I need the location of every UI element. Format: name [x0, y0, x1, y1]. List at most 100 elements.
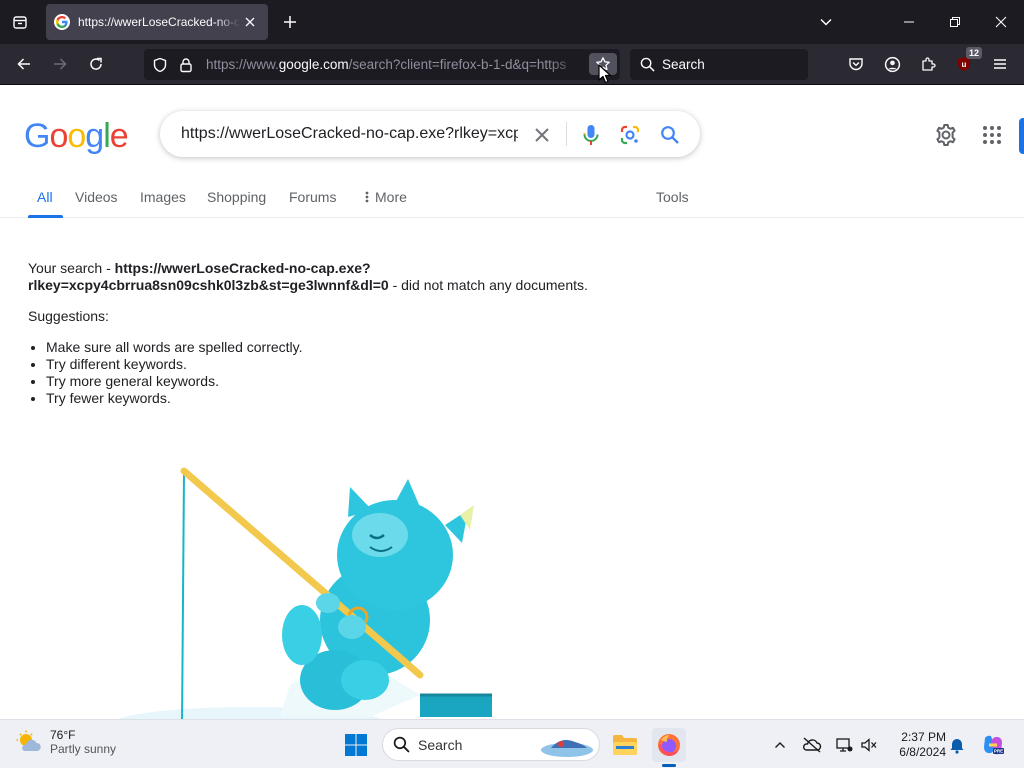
google-search-page: Google https://wwerLoseCracked-no-cap.ex… [0, 85, 1024, 719]
clock-date: 6/8/2024 [899, 745, 946, 759]
mouse-cursor-icon [598, 64, 612, 84]
chevron-up-icon [775, 742, 785, 748]
sign-in-button[interactable] [1019, 118, 1024, 154]
restore-button[interactable] [939, 6, 971, 38]
tab-shopping[interactable]: Shopping [207, 189, 266, 205]
show-hidden-icons-button[interactable] [769, 734, 791, 756]
active-tab-underline [28, 215, 63, 218]
firefox-logo-icon [658, 734, 680, 756]
suggestions-list: Make sure all words are spelled correctl… [46, 339, 668, 407]
close-tab-icon[interactable] [240, 12, 260, 32]
url-text[interactable]: https://www.google.com/search?client=fir… [206, 57, 586, 72]
your-search-text: Your search - https://wwerLoseCracked-no… [28, 260, 588, 293]
restore-icon [950, 17, 960, 27]
google-logo-letter: o [49, 117, 68, 155]
google-logo-letter: g [85, 117, 104, 155]
chevron-down-icon [820, 18, 832, 26]
google-search-box[interactable]: https://wwerLoseCracked-no-cap.exe?rlkey… [160, 111, 700, 157]
search-query-input[interactable]: https://wwerLoseCracked-no-cap.exe?rlkey… [181, 125, 518, 143]
bell-icon [950, 739, 964, 754]
pocket-button[interactable] [842, 50, 870, 78]
puzzle-piece-icon [922, 57, 936, 71]
reload-icon [90, 57, 102, 70]
browser-tab-active[interactable]: https://wwerLoseCracked-no-c [46, 4, 268, 40]
minimize-icon [904, 21, 914, 23]
minimize-button[interactable] [893, 6, 925, 38]
voice-search-microphone-icon[interactable] [579, 123, 603, 147]
apps-grid-icon [983, 126, 1001, 144]
browser-tab-strip: https://wwerLoseCracked-no-c [0, 0, 1024, 44]
browser-search-placeholder: Search [662, 57, 705, 72]
start-button[interactable] [339, 728, 373, 762]
speaker-muted-icon [861, 738, 877, 752]
settings-gear-button[interactable] [932, 121, 960, 149]
copilot-icon: PRE [984, 735, 1004, 755]
tab-all[interactable]: All [37, 189, 53, 205]
gear-icon [936, 124, 956, 146]
taskbar-search-label: Search [418, 736, 463, 753]
hamburger-menu-icon [994, 59, 1006, 69]
taskbar-search-box[interactable]: Search [382, 728, 600, 761]
windows-taskbar: 76°F Partly sunny Search 2:37 PM 6/8/202… [0, 719, 1024, 768]
clear-search-icon[interactable] [530, 123, 554, 147]
google-logo[interactable]: Google [24, 117, 129, 156]
tab-images[interactable]: Images [140, 189, 186, 205]
browser-search-box[interactable]: Search [630, 49, 808, 80]
browser-navigation-bar: https://www.google.com/search?client=fir… [0, 44, 1024, 85]
search-icon [640, 57, 655, 72]
list-item: Try fewer keywords. [46, 390, 668, 407]
fishing-monster-illustration [118, 467, 492, 719]
suggestions-label: Suggestions: [28, 308, 109, 324]
firefox-view-button[interactable] [6, 8, 34, 36]
notifications-button[interactable] [946, 734, 968, 756]
google-logo-letter: G [24, 117, 50, 155]
ublock-extension-button[interactable]: u 12 [950, 47, 982, 78]
firefox-view-icon [13, 16, 27, 29]
svg-text:u: u [962, 60, 967, 69]
search-highlight-graphic-icon [541, 740, 593, 757]
network-button[interactable] [833, 734, 855, 756]
tab-forums[interactable]: Forums [289, 189, 336, 205]
cloud-offline-icon [802, 737, 822, 753]
google-apps-button[interactable] [978, 121, 1006, 149]
no-results-message: Your search - https://wwerLoseCracked-no… [28, 260, 668, 407]
padlock-icon[interactable] [177, 56, 195, 74]
list-item: Make sure all words are spelled correctl… [46, 339, 668, 356]
windows-logo-icon [345, 734, 367, 756]
system-clock[interactable]: 2:37 PM 6/8/2024 [884, 730, 946, 760]
list-item: Try different keywords. [46, 356, 668, 373]
app-menu-button[interactable] [986, 50, 1014, 78]
list-all-tabs-button[interactable] [810, 6, 842, 38]
google-search-magnifier-icon[interactable] [658, 123, 682, 147]
back-button[interactable] [10, 50, 38, 78]
reload-button[interactable] [82, 50, 110, 78]
extension-badge: 12 [965, 47, 982, 59]
tracking-protection-shield-icon[interactable] [151, 56, 169, 74]
close-icon [995, 16, 1007, 28]
firefox-taskbar-button[interactable] [652, 728, 686, 762]
account-button[interactable] [878, 50, 906, 78]
tab-videos[interactable]: Videos [75, 189, 118, 205]
copilot-button[interactable]: PRE [980, 732, 1006, 758]
tab-title: https://wwerLoseCracked-no-c [78, 15, 240, 29]
tab-more[interactable]: More [365, 189, 407, 205]
new-tab-button[interactable] [276, 8, 304, 36]
tools-button[interactable]: Tools [656, 189, 689, 205]
onedrive-button[interactable] [801, 734, 823, 756]
forward-button[interactable] [46, 50, 74, 78]
google-logo-letter: e [109, 117, 129, 155]
file-explorer-button[interactable] [608, 728, 642, 762]
close-window-button[interactable] [985, 6, 1017, 38]
weather-description: Partly sunny [50, 742, 117, 756]
more-vertical-icon [365, 191, 369, 203]
arrow-left-icon [17, 58, 30, 70]
google-lens-icon[interactable] [618, 123, 642, 147]
url-bar[interactable]: https://www.google.com/search?client=fir… [144, 49, 620, 80]
weather-widget[interactable]: 76°F Partly sunny [16, 728, 116, 756]
volume-button[interactable] [858, 734, 880, 756]
arrow-right-icon [54, 58, 67, 70]
search-box-divider [566, 122, 567, 146]
extensions-button[interactable] [914, 50, 942, 78]
folder-icon [613, 735, 637, 755]
search-icon [393, 736, 410, 753]
